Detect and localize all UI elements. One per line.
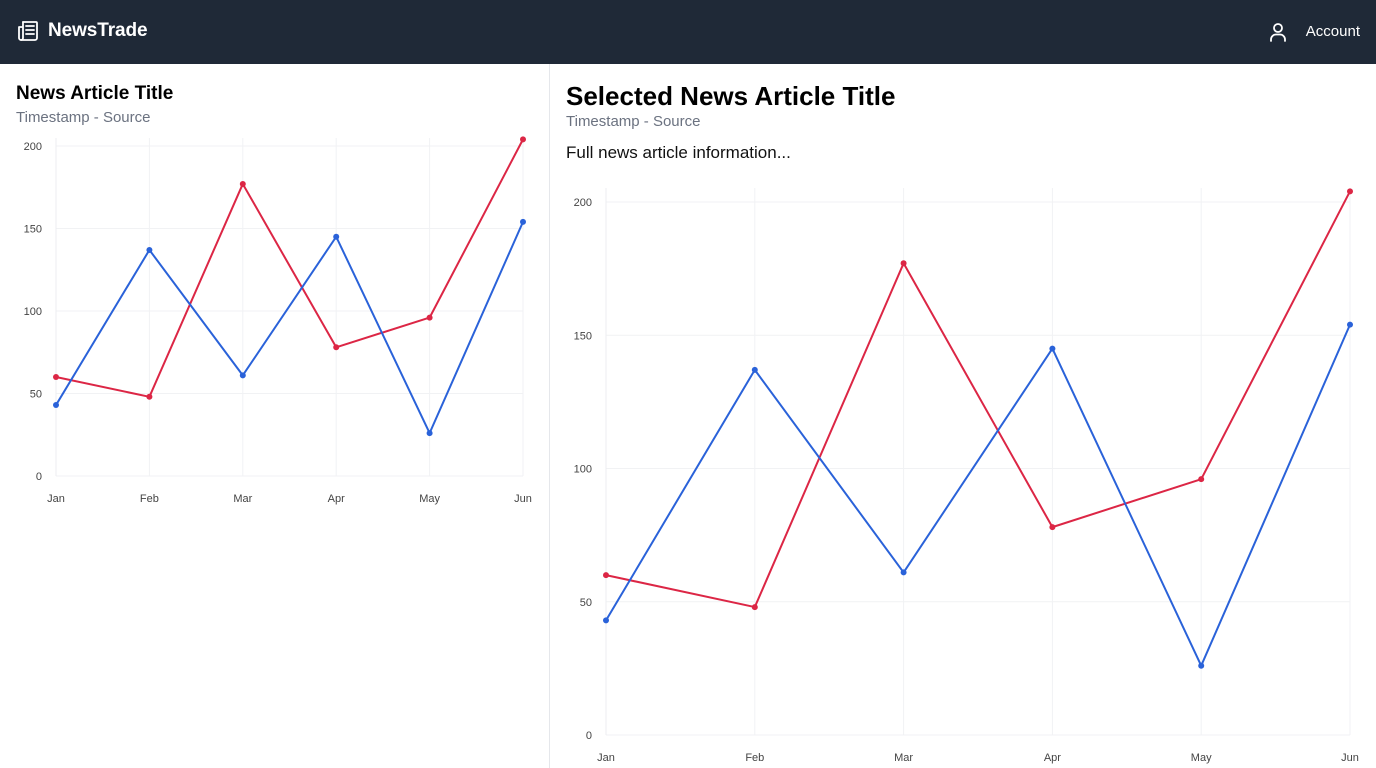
- newspaper-icon: [18, 21, 38, 41]
- y-tick-label: 200: [24, 141, 42, 153]
- data-point: [1049, 345, 1056, 352]
- data-point: [53, 374, 59, 380]
- data-point: [239, 372, 246, 379]
- y-tick-label: 150: [574, 330, 592, 342]
- y-tick-label: 50: [30, 389, 42, 401]
- data-point: [900, 260, 907, 267]
- x-tick-label: Mar: [894, 752, 913, 764]
- series-line-1: [55, 138, 524, 398]
- detail-title: Selected News Article Title: [566, 81, 896, 111]
- article-list-panel: News Article Title Timestamp - Source 0 5…: [0, 64, 550, 768]
- data-point: [751, 366, 758, 373]
- x-tick-label: Mar: [233, 493, 252, 505]
- y-tick-label: 0: [36, 471, 42, 483]
- data-point: [1198, 662, 1205, 669]
- x-tick-label: May: [1191, 752, 1212, 764]
- account-button[interactable]: Account: [1266, 20, 1360, 44]
- data-point: [603, 617, 609, 624]
- y-tick-label: 0: [586, 730, 592, 742]
- data-point: [333, 344, 340, 351]
- data-point: [751, 604, 758, 611]
- brand-link[interactable]: NewsTrade: [16, 19, 148, 43]
- x-tick-label: Jun: [514, 493, 532, 505]
- data-point: [1198, 476, 1205, 483]
- article-detail-panel: Selected News Article Title Timestamp - …: [550, 64, 1376, 768]
- brand-name: NewsTrade: [48, 20, 148, 41]
- x-tick-label: Feb: [140, 493, 159, 505]
- data-point: [900, 569, 907, 576]
- detail-price-chart: 0 50 100 150 200 Jan Feb Mar Apr May Jun: [574, 188, 1359, 764]
- data-point: [53, 402, 59, 409]
- data-point: [1347, 188, 1353, 195]
- x-tick-label: Jan: [47, 493, 65, 505]
- data-point: [520, 218, 526, 225]
- x-tick-label: Apr: [328, 493, 345, 505]
- account-label: Account: [1305, 23, 1360, 40]
- data-point: [146, 393, 153, 400]
- data-point: [520, 136, 526, 143]
- x-tick-label: May: [419, 493, 440, 505]
- top-navbar: NewsTrade Account: [0, 0, 1376, 64]
- article-card[interactable]: News Article Title Timestamp - Source 0 5…: [0, 64, 549, 524]
- y-tick-label: 50: [580, 597, 592, 609]
- article-meta: Timestamp - Source: [16, 109, 151, 126]
- data-point: [146, 246, 153, 253]
- y-tick-label: 100: [574, 464, 592, 476]
- x-tick-label: Feb: [745, 752, 764, 764]
- data-point: [239, 180, 246, 187]
- series-line-1: [605, 190, 1351, 609]
- y-tick-label: 150: [24, 224, 42, 236]
- detail-body: Full news article information...: [566, 143, 791, 162]
- data-point: [426, 314, 433, 321]
- data-point: [426, 430, 433, 437]
- y-tick-label: 100: [24, 306, 42, 318]
- x-tick-label: Jan: [597, 752, 615, 764]
- x-tick-label: Jun: [1341, 752, 1359, 764]
- data-point: [603, 572, 609, 579]
- y-tick-label: 200: [574, 197, 592, 209]
- article-price-chart: 0 50 100 150 200 Jan Feb Mar Apr May Jun: [24, 136, 532, 505]
- series-line-2: [55, 221, 524, 435]
- data-point: [1049, 524, 1056, 531]
- detail-meta: Timestamp - Source: [566, 113, 701, 130]
- user-icon: [1269, 23, 1286, 42]
- x-tick-label: Apr: [1044, 752, 1061, 764]
- series-line-2: [605, 324, 1351, 667]
- data-point: [333, 233, 340, 240]
- data-point: [1347, 321, 1353, 328]
- article-title: News Article Title: [16, 83, 174, 104]
